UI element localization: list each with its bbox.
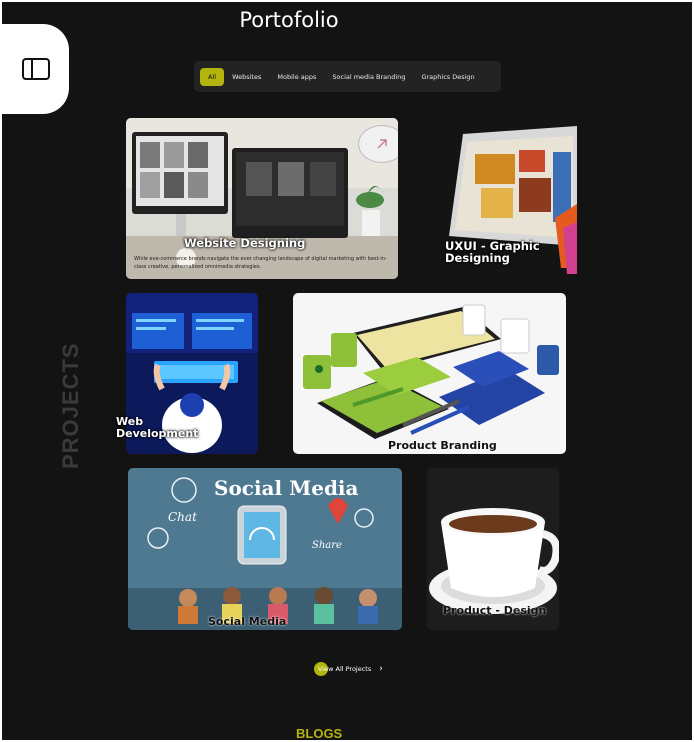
product-branding-image: [293, 293, 566, 454]
filter-tab-social-media-branding[interactable]: Social media Branding: [324, 73, 413, 81]
social-media-banner-share: Share: [312, 540, 342, 551]
view-all-projects-button[interactable]: View All Projects ›: [314, 662, 383, 676]
filter-tabs: All Websites Mobile apps Social media Br…: [194, 61, 501, 92]
project-card-uxui-graphic-designing[interactable]: UXUI - Graphic Designing: [445, 118, 577, 278]
sidebar-toggle-button[interactable]: [2, 24, 69, 114]
project-card-title: Product Branding: [388, 439, 497, 452]
project-card-title: Website Designing: [184, 236, 306, 250]
filter-tab-all[interactable]: All: [200, 67, 225, 86]
page-title: Portofolio: [239, 8, 339, 32]
project-card-product-design[interactable]: Product - Design: [427, 468, 559, 630]
project-card-description: While eve-commerce brands navigate the e…: [134, 256, 387, 270]
blogs-section-label: BLOGS: [296, 726, 343, 740]
project-card-product-branding[interactable]: Product Branding: [293, 293, 566, 454]
view-all-projects-label: View All Projects: [318, 665, 372, 673]
arrow-up-right-icon: [377, 139, 387, 149]
projects-section-label: PROJECTS: [58, 342, 83, 469]
filter-tab-websites[interactable]: Websites: [224, 73, 269, 81]
sidebar-panel-icon: [21, 58, 50, 80]
portfolio-section: Portofolio All Websites Mobile apps Soci…: [2, 2, 692, 740]
filter-tab-graphics-design[interactable]: Graphics Design: [413, 73, 482, 81]
project-card-title: UXUI - Graphic Designing: [445, 239, 540, 265]
project-card-title: Product - Design: [443, 604, 547, 617]
project-card-website-designing[interactable]: Website Designing While eve-commerce bra…: [126, 118, 398, 279]
filter-tab-mobile-apps[interactable]: Mobile apps: [269, 73, 324, 81]
expand-project-button[interactable]: [358, 125, 398, 163]
project-card-social-media[interactable]: Social Media Chat Share Social Media: [128, 468, 402, 630]
social-media-banner-heading: Social Media: [214, 476, 359, 500]
project-card-title: Web Development: [116, 415, 199, 440]
chevron-right-icon: ›: [379, 664, 383, 674]
project-card-title: Social Media: [208, 615, 287, 628]
social-media-banner-chat: Chat: [168, 510, 197, 524]
project-card-web-development[interactable]: Web Development: [116, 293, 258, 454]
